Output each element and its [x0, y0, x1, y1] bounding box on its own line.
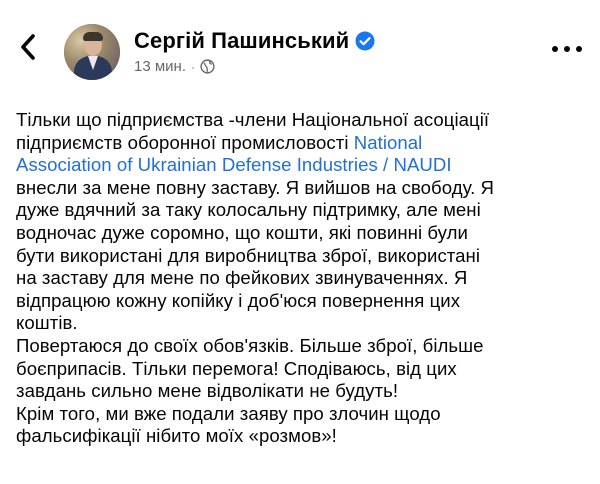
post-header: Сергій Пашинський 13 мин. ·: [0, 0, 600, 86]
post-line: боєприпасів. Тільки перемога! Сподіваюсь…: [16, 357, 457, 379]
author-name[interactable]: Сергій Пашинський: [134, 28, 349, 54]
post-line: Тільки що підприємства -члени Національн…: [16, 109, 490, 130]
post-line: дуже вдячний за таку колосальну підтримк…: [16, 199, 481, 221]
more-options-button[interactable]: [552, 42, 582, 56]
post-line: фальсифікації нібито моїх «розмов»!: [16, 425, 337, 447]
more-dot: [564, 46, 570, 52]
verified-badge-icon: [355, 31, 375, 51]
back-button[interactable]: [14, 30, 42, 64]
more-dot: [576, 46, 582, 52]
post-line: бути використані для виробництва зброї, …: [16, 244, 481, 266]
more-dot: [552, 46, 558, 52]
post-line: коштів.: [16, 312, 78, 334]
post-line: внесли за мене повну заставу. Я вийшов н…: [16, 176, 495, 198]
post-line: Крім того, ми вже подали заяву про злочи…: [16, 402, 441, 424]
post-body: Тільки що підприємства -члени Національн…: [16, 109, 586, 448]
post-meta: 13 мин. ·: [134, 58, 215, 75]
chevron-left-icon: [21, 34, 35, 60]
author-avatar[interactable]: [64, 24, 120, 80]
post-line: на заставу для мене по фейкових звинувач…: [16, 267, 468, 289]
post-timestamp[interactable]: 13 мин.: [134, 58, 186, 75]
post-line-text: підприємств оборонної промисловості: [16, 131, 354, 153]
post-line: підприємств оборонної промисловості Nati…: [16, 132, 586, 155]
post-line: відпрацюю кожну копійку і доб'юся поверн…: [16, 289, 461, 311]
post-line: Повертаюся до своїх обов'язків. Більше з…: [16, 334, 484, 356]
post-line: водночас дуже соромно, що кошти, які пов…: [16, 221, 468, 243]
globe-icon: [200, 59, 215, 74]
naudi-link-continued[interactable]: Association of Ukrainian Defense Industr…: [16, 154, 586, 177]
post-line: завдань сильно мене відволікати не будут…: [16, 380, 399, 402]
naudi-link[interactable]: National: [354, 132, 423, 153]
author-row: Сергій Пашинський: [134, 28, 375, 54]
meta-separator: ·: [191, 59, 195, 74]
